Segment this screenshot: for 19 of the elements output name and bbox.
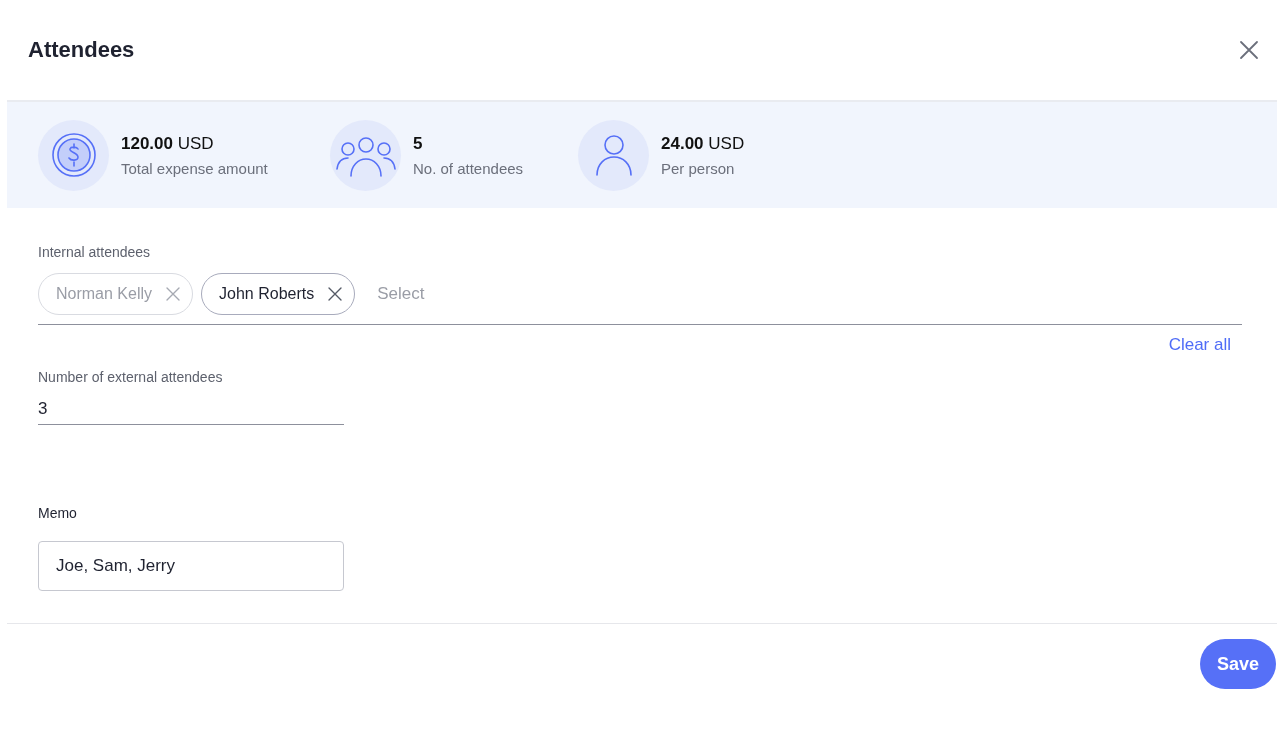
field-label: Memo — [38, 505, 78, 521]
dollar-coin-icon — [49, 131, 98, 179]
person-icon — [593, 133, 634, 177]
summary-label: No. of attendees — [413, 159, 524, 177]
summary-value: 24.00 USD — [661, 133, 745, 154]
save-button[interactable]: Save — [1199, 639, 1276, 689]
summary-label: Per person — [661, 159, 736, 177]
field-label: Internal attendees — [38, 244, 152, 260]
close-icon — [1237, 38, 1261, 62]
field-label: Number of external attendees — [38, 369, 224, 385]
dialog-title: Attendees — [28, 37, 135, 63]
summary-value: 5 — [413, 133, 424, 154]
memo-input-field[interactable]: Joe, Sam, Jerry — [38, 541, 344, 591]
summary-label: Total expense amount — [121, 159, 268, 177]
close-button[interactable] — [1237, 38, 1261, 62]
clear-all-link[interactable]: Clear all — [1168, 335, 1231, 355]
summary-value: 120.00 USD — [121, 133, 215, 154]
number-input-field[interactable]: 3 — [38, 393, 344, 425]
attendee-chip[interactable]: John Roberts — [201, 273, 356, 315]
